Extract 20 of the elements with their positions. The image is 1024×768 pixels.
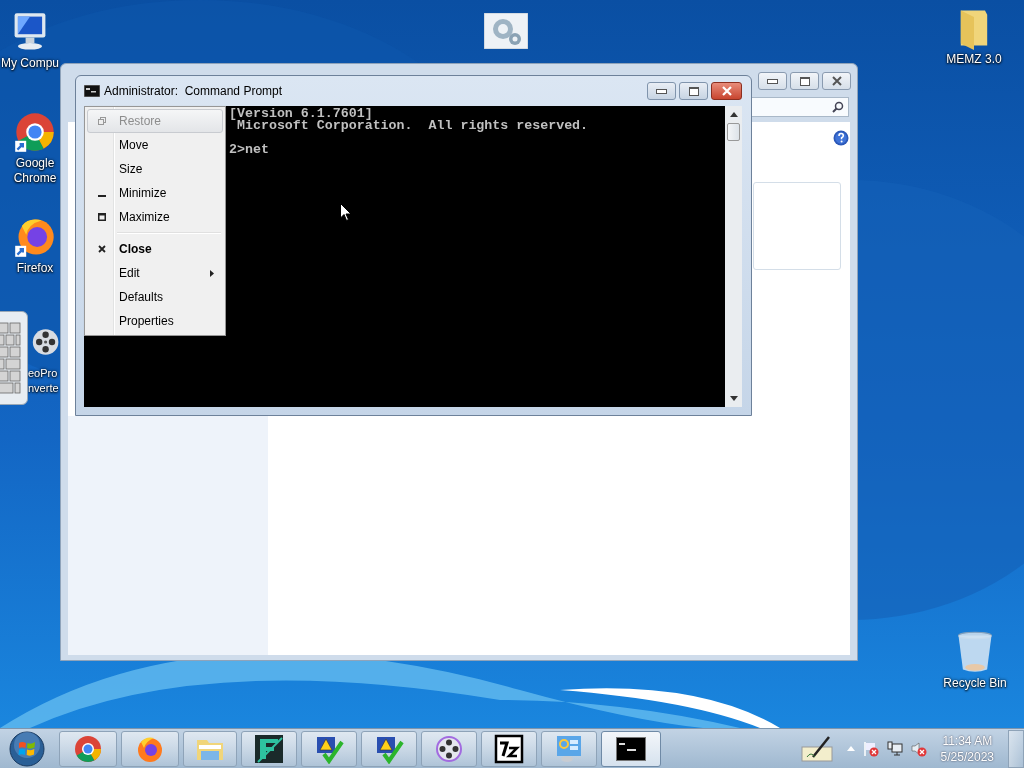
console-line: Microsoft Corporation. All rights reserved. [236, 120, 590, 132]
window-title: Administrator: Command Prompt [104, 84, 283, 98]
icon-label[interactable]: My Compu [1, 56, 59, 71]
menu-item[interactable]: Properties [87, 309, 223, 333]
menu-item[interactable]: Move [87, 133, 223, 157]
menu-item[interactable]: Maximize [87, 205, 223, 229]
clock-time: 11:34 AM [942, 732, 993, 749]
menu-item[interactable]: Edit [87, 261, 223, 285]
clock-date: 5/25/2023 [940, 748, 994, 765]
icon-label[interactable]: Google Chrome [10, 156, 60, 186]
icon-label[interactable]: eoPro nverte [28, 366, 59, 396]
menu-item[interactable]: Defaults [87, 285, 223, 309]
icon-label[interactable]: MEMZ 3.0 [946, 52, 1002, 67]
menu-item[interactable]: Size [87, 157, 223, 181]
menu-item[interactable]: Minimize [87, 181, 223, 205]
icon-label[interactable]: Firefox [16, 261, 54, 276]
icon-label[interactable]: Recycle Bin [943, 676, 1007, 691]
console-line: 2>net [229, 144, 270, 156]
menu-item[interactable]: Close [87, 237, 223, 261]
console-line: [Version 6.1.7601] [229, 108, 373, 120]
